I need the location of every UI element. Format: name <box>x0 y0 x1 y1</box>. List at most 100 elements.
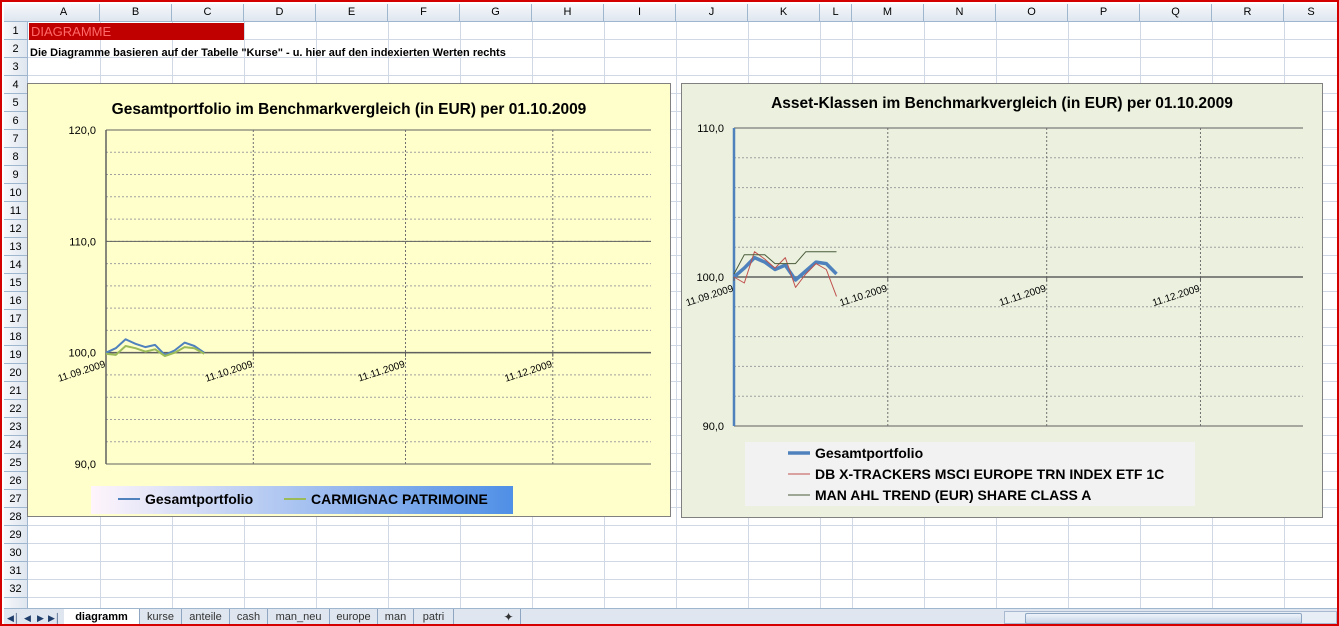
first-sheet-icon[interactable]: ◀│ <box>7 611 20 624</box>
row-header-31[interactable]: 31 <box>4 562 27 580</box>
sheet-tab-patri[interactable]: patri <box>414 609 454 624</box>
row-header-11[interactable]: 11 <box>4 202 27 220</box>
column-header-s[interactable]: S <box>1284 4 1337 21</box>
sheet-tab-cash[interactable]: cash <box>230 609 268 624</box>
row-header-18[interactable]: 18 <box>4 328 27 346</box>
row-header-28[interactable]: 28 <box>4 508 27 526</box>
x-tick-label: 11.11.2009 <box>998 283 1048 309</box>
sheet-tab-anteile[interactable]: anteile <box>182 609 230 624</box>
column-header-e[interactable]: E <box>316 4 388 21</box>
legend-label: Gesamtportfolio <box>145 491 253 507</box>
column-header-h[interactable]: H <box>532 4 604 21</box>
row-header-24[interactable]: 24 <box>4 436 27 454</box>
column-header-f[interactable]: F <box>388 4 460 21</box>
column-header-j[interactable]: J <box>676 4 748 21</box>
row-header-2[interactable]: 2 <box>4 40 27 58</box>
row-header-9[interactable]: 9 <box>4 166 27 184</box>
last-sheet-icon[interactable]: ▶│ <box>48 611 61 624</box>
y-tick-label: 90,0 <box>703 421 724 433</box>
legend-label: CARMIGNAC PATRIMOINE <box>311 491 488 507</box>
x-tick-label: 11.09.2009 <box>685 283 736 309</box>
row-header-14[interactable]: 14 <box>4 256 27 274</box>
y-tick-label: 120,0 <box>68 125 96 137</box>
series-line <box>733 251 837 297</box>
legend-label: DB X-TRACKERS MSCI EUROPE TRN INDEX ETF … <box>815 466 1164 482</box>
row-headers: 1 2 3 4 5 6 7 8 9 10 11 12 13 14 15 16 17 18 19 20 21 22 23 24 2… <box>4 22 28 608</box>
row-header-32[interactable]: 32 <box>4 580 27 598</box>
column-header-q[interactable]: Q <box>1140 4 1212 21</box>
excel-window: ABCDEFGHIJKLMNOPQRS 1 2 3 4 5 6 7 8 9 10 11 12 13 14 1… <box>0 0 1339 626</box>
row-header-16[interactable]: 16 <box>4 292 27 310</box>
column-header-b[interactable]: B <box>100 4 172 21</box>
column-header-a[interactable]: A <box>28 4 100 21</box>
column-header-n[interactable]: N <box>924 4 996 21</box>
column-header-o[interactable]: O <box>996 4 1068 21</box>
chart-gesamtportfolio[interactable]: Gesamtportfolio im Benchmarkvergleich (i… <box>27 83 671 517</box>
row-header-7[interactable]: 7 <box>4 130 27 148</box>
sheet-tab-diagramm[interactable]: diagramm <box>64 609 140 624</box>
legend-label: Gesamtportfolio <box>815 445 923 461</box>
sheet-tab-man[interactable]: man <box>378 609 414 624</box>
x-tick-label: 11.09.2009 <box>57 359 108 385</box>
row-header-30[interactable]: 30 <box>4 544 27 562</box>
row-header-15[interactable]: 15 <box>4 274 27 292</box>
cell-a2-note[interactable]: Die Diagramme basieren auf der Tabelle "… <box>30 47 506 59</box>
y-tick-label: 100,0 <box>68 348 96 360</box>
row-header-17[interactable]: 17 <box>4 310 27 328</box>
column-header-g[interactable]: G <box>460 4 532 21</box>
row-header-29[interactable]: 29 <box>4 526 27 544</box>
grid-hline <box>28 75 1337 76</box>
x-tick-label: 11.12.2009 <box>503 359 554 385</box>
y-tick-label: 110,0 <box>69 236 96 248</box>
grid-hline <box>28 579 1337 580</box>
y-tick-label: 90,0 <box>75 459 96 471</box>
grid-hline <box>28 543 1337 544</box>
column-header-r[interactable]: R <box>1212 4 1284 21</box>
column-header-l[interactable]: L <box>820 4 852 21</box>
chart1-plot: 120,0 110,0 100,0 90,0 11.09.2009 11.10.2009 1… <box>57 125 651 514</box>
column-header-k[interactable]: K <box>748 4 820 21</box>
row-header-1[interactable]: 1 <box>4 22 27 40</box>
prev-sheet-icon[interactable]: ◀ <box>22 611 33 624</box>
row-header-19[interactable]: 19 <box>4 346 27 364</box>
insert-sheet-icon[interactable]: ✦ <box>497 609 521 624</box>
row-header-8[interactable]: 8 <box>4 148 27 166</box>
row-header-13[interactable]: 13 <box>4 238 27 256</box>
column-headers: ABCDEFGHIJKLMNOPQRS <box>4 4 1337 22</box>
scrollbar-thumb[interactable] <box>1025 613 1302 624</box>
column-header-p[interactable]: P <box>1068 4 1140 21</box>
x-tick-label: 11.10.2009 <box>838 283 889 309</box>
next-sheet-icon[interactable]: ▶ <box>35 611 46 624</box>
row-header-27[interactable]: 27 <box>4 490 27 508</box>
sheet-tab-man-neu[interactable]: man_neu <box>268 609 330 624</box>
row-header-23[interactable]: 23 <box>4 418 27 436</box>
legend-label: MAN AHL TREND (EUR) SHARE CLASS A <box>815 487 1091 503</box>
row-header-20[interactable]: 20 <box>4 364 27 382</box>
x-tick-label: 11.10.2009 <box>204 359 255 385</box>
column-header-i[interactable]: I <box>604 4 676 21</box>
chart-asset-klassen[interactable]: Asset-Klassen im Benchmarkvergleich (in … <box>681 83 1323 518</box>
row-header-26[interactable]: 26 <box>4 472 27 490</box>
cell-a1-heading[interactable]: DIAGRAMME <box>29 23 244 40</box>
grid-hline <box>28 561 1337 562</box>
row-header-21[interactable]: 21 <box>4 382 27 400</box>
x-tick-label: 11.11.2009 <box>357 359 407 385</box>
y-tick-label: 100,0 <box>696 272 724 284</box>
sheet-tab-kurse[interactable]: kurse <box>140 609 182 624</box>
row-header-25[interactable]: 25 <box>4 454 27 472</box>
sheet-tab-europe[interactable]: europe <box>330 609 378 624</box>
column-header-c[interactable]: C <box>172 4 244 21</box>
column-header-d[interactable]: D <box>244 4 316 21</box>
row-header-10[interactable]: 10 <box>4 184 27 202</box>
grid-vline <box>676 22 677 608</box>
row-header-5[interactable]: 5 <box>4 94 27 112</box>
row-header-22[interactable]: 22 <box>4 400 27 418</box>
row-header-12[interactable]: 12 <box>4 220 27 238</box>
row-header-6[interactable]: 6 <box>4 112 27 130</box>
row-header-4[interactable]: 4 <box>4 76 27 94</box>
sheet-tab-bar: ◀│ ◀ ▶ ▶│ diagramm kurse anteile cash man_ne… <box>4 608 1337 624</box>
horizontal-scrollbar[interactable] <box>1004 611 1337 624</box>
row-header-3[interactable]: 3 <box>4 58 27 76</box>
column-header-m[interactable]: M <box>852 4 924 21</box>
grid-hline <box>28 525 1337 526</box>
